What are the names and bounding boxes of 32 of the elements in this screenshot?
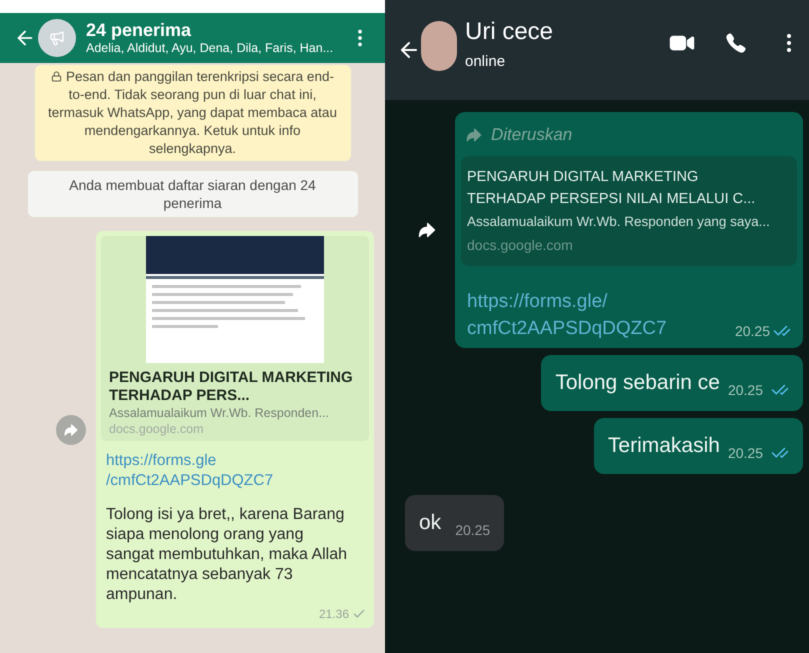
preview-domain: docs.google.com [108,421,205,437]
contact-name: Uri cece [465,17,554,47]
lock-icon [51,70,62,82]
message-text: Tolong sebarin ce [555,370,720,396]
recipients-list: Adelia, Aldidut, Ayu, Dena, Dila, Faris, Han... [86,40,347,56]
message-time: 20.25 [455,520,490,540]
preview-description: Assalamualaikum Wr.Wb. Responden... [108,405,330,421]
encryption-notice[interactable]: Pesan dan panggilan terenkripsi secara end-to-end. Tidak seorang pun di luar chat ini, termasuk WhatsApp, yang dapat membaca atau mendengarkannya. Ketuk untuk info selengkapnya. [34,65,350,161]
forwarded-label: Diteruskan [491,124,572,146]
message-time: 20.25 [728,444,763,462]
preview-title: PENGARUH DIGITAL MARKETING TERHADAP PERS... [108,368,354,405]
preview-title-line: TERHADAP PERSEPSI NILAI MELALUI C... [467,190,756,208]
message-text: Tolong isi ya bret,, karena Barang siapa menolong orang yang sangat membutuhkan, maka Allah mencatatnya sebanyak 73 ampunan. [105,505,348,605]
contact-status: online [465,52,506,72]
preview-domain: docs.google.com [467,236,574,255]
message-time: 21.36 [318,606,349,623]
message-time: 20.25 [728,380,763,400]
avatar[interactable] [421,21,457,71]
avatar[interactable] [38,19,76,57]
forward-arrow-icon [63,422,79,438]
forwarded-arrow-icon [465,126,483,144]
megaphone-icon [49,30,65,46]
link-preview-card[interactable]: PENGARUH DIGITAL MARKETING TERHADAP PERS... Assalamualaikum Wr.Wb. Responden... docs.google.com [101,236,369,441]
link-preview-card[interactable]: PENGARUH DIGITAL MARKETING TERHADAP PERSEPSI NILAI MELALUI C... Assalamualaikum Wr.Wb. Responden yang saya... docs.google.com [461,156,797,266]
message-time: 20.25 [734,322,770,340]
phone-icon[interactable] [725,32,747,54]
message-text: ok [419,510,442,536]
system-notice: Anda membuat daftar siaran dengan 24 penerima [28,171,358,217]
message-text: Terimakasih [608,432,720,458]
preview-description: Assalamualaikum Wr.Wb. Responden yang saya... [467,212,771,231]
preview-title-line: PENGARUH DIGITAL MARKETING [467,168,700,186]
chat-title: 24 penerima [86,20,192,40]
